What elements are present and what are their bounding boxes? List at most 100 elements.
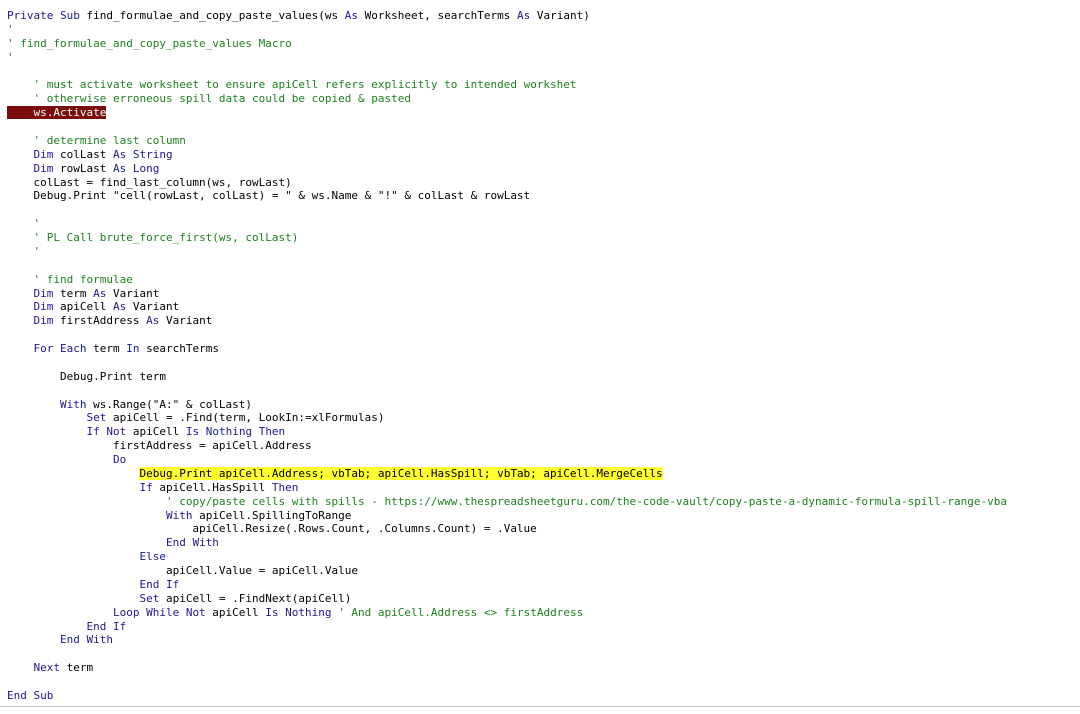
keyword-token: Dim: [33, 314, 54, 328]
breakpoint-statement: ws.Activate: [7, 106, 107, 120]
code-line[interactable]: apiCell.Resize(.Rows.Count, .Columns.Cou…: [7, 522, 1007, 536]
code-line[interactable]: colLast = find_last_column(ws, rowLast): [7, 176, 1007, 190]
code-line[interactable]: [7, 356, 1007, 370]
code-line[interactable]: Set apiCell = .Find(term, LookIn:=xlForm…: [7, 411, 1007, 425]
code-token: apiCell: [53, 300, 113, 314]
comment-token: ' find_formulae_and_copy_paste_values Ma…: [7, 36, 292, 50]
code-line[interactable]: ' determine last column: [7, 134, 1007, 148]
code-line[interactable]: With apiCell.SpillingToRange: [7, 509, 1007, 523]
code-line[interactable]: apiCell.Value = apiCell.Value: [7, 564, 1007, 578]
keyword-token: Else: [139, 550, 166, 564]
code-line[interactable]: ': [7, 51, 1007, 65]
code-line[interactable]: Dim rowLast As Long: [7, 162, 1007, 176]
keyword-token: End If: [86, 619, 127, 633]
code-line[interactable]: ws.Activate: [7, 106, 1007, 120]
code-line[interactable]: End With: [7, 536, 1007, 550]
code-token: find_formulae_and_copy_paste_values(ws: [79, 9, 345, 22]
code-token: apiCell.Value = apiCell.Value: [7, 564, 358, 577]
code-line[interactable]: ' find_formulae_and_copy_paste_values Ma…: [7, 37, 1007, 51]
code-line[interactable]: firstAddress = apiCell.Address: [7, 439, 1007, 453]
keyword-token: As: [112, 300, 127, 314]
code-token: Worksheet, searchTerms: [358, 9, 517, 22]
code-line[interactable]: Dim colLast As String: [7, 148, 1007, 162]
comment-token: ' PL Call brute_force_first(ws, colLast): [33, 231, 299, 244]
code-token: Variant: [159, 314, 213, 328]
code-line[interactable]: If apiCell.HasSpill Then: [7, 481, 1007, 495]
comment-token: ' determine last column: [33, 133, 186, 147]
code-line[interactable]: With ws.Range("A:" & colLast): [7, 398, 1007, 412]
code-line[interactable]: ' find formulae: [7, 273, 1007, 287]
code-line[interactable]: [7, 384, 1007, 398]
keyword-token: As String: [112, 147, 173, 161]
code-line[interactable]: Debug.Print term: [7, 370, 1007, 384]
keyword-token: As: [516, 9, 531, 22]
code-line[interactable]: Debug.Print "cell(rowLast, colLast) = " …: [7, 189, 1007, 203]
code-pane[interactable]: Private Sub find_formulae_and_copy_paste…: [7, 9, 1007, 703]
code-line[interactable]: Dim firstAddress As Variant: [7, 314, 1007, 328]
code-token: apiCell: [126, 425, 186, 439]
code-line[interactable]: [7, 259, 1007, 273]
code-line[interactable]: Do: [7, 453, 1007, 467]
keyword-token: Is Nothing: [265, 605, 332, 619]
keyword-token: Set: [86, 411, 107, 425]
keyword-token: As Long: [112, 161, 160, 175]
code-line[interactable]: Next term: [7, 661, 1007, 675]
comment-token: ' find formulae: [33, 272, 133, 286]
code-line[interactable]: Set apiCell = .FindNext(apiCell): [7, 592, 1007, 606]
code-line[interactable]: End Sub: [7, 689, 1007, 703]
code-token: Variant): [530, 9, 590, 22]
code-token: firstAddress: [53, 314, 147, 328]
keyword-token: End Sub: [7, 688, 54, 702]
code-line[interactable]: [7, 203, 1007, 217]
code-token: apiCell = .FindNext(apiCell): [159, 591, 352, 605]
code-line[interactable]: ' copy/paste cells with spills - https:/…: [7, 495, 1007, 509]
code-line[interactable]: [7, 647, 1007, 661]
code-line[interactable]: ' otherwise erroneous spill data could b…: [7, 92, 1007, 106]
keyword-token: If Not: [86, 425, 127, 439]
keyword-token: As: [344, 9, 359, 22]
code-line[interactable]: Debug.Print apiCell.Address; vbTab; apiC…: [7, 466, 1007, 481]
code-line[interactable]: End If: [7, 620, 1007, 634]
keyword-token: Private Sub: [7, 9, 80, 22]
code-line[interactable]: For Each term In searchTerms: [7, 342, 1007, 356]
code-line[interactable]: ': [7, 23, 1007, 37]
keyword-token: Set: [139, 591, 160, 605]
code-token: term: [60, 661, 94, 675]
code-line[interactable]: [7, 120, 1007, 134]
code-line[interactable]: End With: [7, 633, 1007, 647]
code-token: apiCell.SpillingToRange: [192, 508, 352, 522]
code-line[interactable]: [7, 675, 1007, 689]
code-line[interactable]: Loop While Not apiCell Is Nothing ' And …: [7, 606, 1007, 620]
code-line[interactable]: End If: [7, 578, 1007, 592]
code-line[interactable]: Private Sub find_formulae_and_copy_paste…: [7, 9, 1007, 23]
code-line[interactable]: ': [7, 245, 1007, 259]
code-line[interactable]: ' must activate worksheet to ensure apiC…: [7, 78, 1007, 92]
code-line[interactable]: [7, 328, 1007, 342]
code-line[interactable]: Else: [7, 550, 1007, 564]
keyword-token: Next: [33, 661, 61, 675]
code-line[interactable]: Dim term As Variant: [7, 287, 1007, 301]
keyword-token: For Each: [33, 342, 87, 355]
code-line[interactable]: ' PL Call brute_force_first(ws, colLast): [7, 231, 1007, 245]
code-token: apiCell = .Find(term, LookIn:=xlFormulas…: [106, 411, 385, 425]
code-line[interactable]: ': [7, 217, 1007, 231]
keyword-token: Dim: [33, 147, 54, 161]
vba-code-editor[interactable]: Private Sub find_formulae_and_copy_paste…: [0, 0, 1080, 714]
keyword-token: End With: [59, 633, 113, 647]
code-line[interactable]: Dim apiCell As Variant: [7, 300, 1007, 314]
code-line[interactable]: If Not apiCell Is Nothing Then: [7, 425, 1007, 439]
code-token: ws.Range("A:" & colLast): [86, 397, 253, 411]
comment-token: ': [33, 244, 41, 258]
code-line[interactable]: [7, 65, 1007, 79]
